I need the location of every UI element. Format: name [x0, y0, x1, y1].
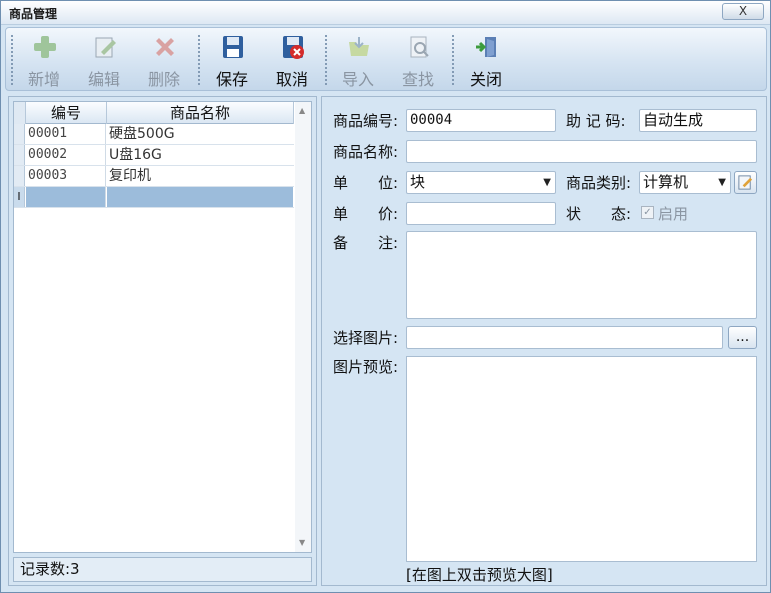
category-select[interactable]: 计算机 ▼	[639, 171, 731, 194]
unit-select[interactable]: 块 ▼	[406, 171, 556, 194]
toolbar: 新增 编辑 删除 保存 取消 导入 查找 关闭	[5, 27, 767, 91]
cell-name[interactable]: U盘16G	[107, 145, 293, 165]
toolbar-separator	[324, 34, 328, 86]
cell-name-new[interactable]	[107, 187, 293, 207]
title-bar: 商品管理 X	[1, 1, 770, 25]
chevron-down-icon[interactable]: ▼	[718, 172, 726, 193]
name-input[interactable]	[406, 140, 757, 163]
cancel-button-label: 取消	[275, 70, 308, 89]
cell-code[interactable]: 00003	[26, 166, 106, 186]
row-header[interactable]	[14, 145, 25, 165]
cell-code-new[interactable]	[26, 187, 106, 207]
image-preview-area[interactable]	[406, 356, 757, 562]
cancel-button[interactable]: 取消	[266, 32, 318, 89]
new-row-marker: I	[14, 187, 25, 207]
category-select-value: 计算机	[643, 173, 689, 191]
table-row[interactable]: 00001 硬盘500G	[14, 124, 294, 145]
save-button[interactable]: 保存	[206, 32, 258, 89]
mnemonic-input[interactable]: 自动生成	[639, 109, 757, 132]
close-icon: X	[738, 4, 748, 18]
delete-button[interactable]: 删除	[138, 32, 190, 89]
save-button-label: 保存	[215, 70, 248, 89]
search-button-label: 查找	[401, 70, 434, 89]
row-header-corner	[14, 102, 26, 124]
delete-button-label: 删除	[147, 70, 180, 89]
state-enabled-checkbox[interactable]: ✓	[641, 206, 654, 219]
search-icon	[410, 36, 429, 58]
cell-code[interactable]: 00002	[26, 145, 106, 165]
price-input[interactable]	[406, 202, 556, 225]
row-header[interactable]	[14, 166, 25, 186]
close-window-button[interactable]: X	[722, 3, 764, 20]
product-detail-panel: 商品编号: 00004 助 记 码: 自动生成 商品名称: 单 位: 块 ▼ 商…	[321, 96, 767, 586]
exit-icon	[476, 37, 496, 57]
remark-textarea[interactable]	[406, 231, 757, 319]
product-grid[interactable]: 编号 商品名称 00001 硬盘500G 00002 U盘16G 00003 复…	[13, 101, 312, 553]
edit-button[interactable]: 编辑	[78, 32, 130, 89]
scroll-up-icon[interactable]: ▲	[299, 106, 307, 115]
edit-icon	[95, 37, 116, 58]
table-row[interactable]: 00002 U盘16G	[14, 145, 294, 166]
column-header-code[interactable]: 编号	[26, 102, 107, 124]
table-row[interactable]: 00003 复印机	[14, 166, 294, 187]
save-icon	[223, 36, 243, 58]
window-title: 商品管理	[9, 7, 58, 21]
row-header[interactable]	[14, 124, 25, 144]
image-label: 选择图片:	[333, 329, 399, 347]
unit-select-value: 块	[410, 173, 426, 191]
cell-name[interactable]: 复印机	[107, 166, 293, 186]
import-button[interactable]: 导入	[332, 32, 384, 89]
image-path-input[interactable]	[406, 326, 723, 349]
preview-label: 图片预览:	[333, 358, 399, 376]
scroll-down-icon[interactable]: ▼	[299, 538, 307, 547]
toolbar-grip[interactable]	[10, 34, 14, 86]
price-label: 单 价:	[333, 205, 399, 223]
column-header-name[interactable]: 商品名称	[107, 102, 294, 124]
edit-icon	[738, 175, 753, 190]
code-input[interactable]: 00004	[406, 109, 556, 132]
add-button-label: 新增	[27, 70, 60, 89]
state-label: 状 态:	[566, 205, 632, 223]
chevron-down-icon[interactable]: ▼	[543, 172, 551, 193]
name-label: 商品名称:	[333, 143, 399, 161]
import-icon	[349, 37, 369, 56]
unit-label: 单 位:	[333, 174, 399, 192]
plus-icon	[34, 36, 56, 58]
preview-hint: [在图上双击预览大图]	[406, 566, 553, 584]
mnemonic-label: 助 记 码:	[566, 112, 626, 130]
category-label: 商品类别:	[566, 174, 632, 192]
category-edit-button[interactable]	[734, 171, 757, 194]
grid-vertical-scrollbar[interactable]: ▲ ▼	[295, 102, 311, 552]
browse-image-button[interactable]: ...	[728, 326, 757, 349]
record-count-status: 记录数:3	[13, 557, 312, 582]
product-list-panel: 编号 商品名称 00001 硬盘500G 00002 U盘16G 00003 复…	[8, 96, 317, 586]
search-button[interactable]: 查找	[392, 32, 444, 89]
toolbar-separator	[451, 34, 455, 86]
grid-header: 编号 商品名称	[14, 102, 294, 124]
cell-code[interactable]: 00001	[26, 124, 106, 144]
delete-icon	[156, 38, 174, 56]
toolbar-separator	[197, 34, 201, 86]
import-button-label: 导入	[341, 70, 374, 89]
exit-button[interactable]: 关闭	[460, 32, 512, 89]
remark-label: 备 注:	[333, 234, 399, 252]
cell-name[interactable]: 硬盘500G	[107, 124, 293, 144]
exit-button-label: 关闭	[469, 70, 502, 89]
new-row[interactable]: I	[14, 187, 294, 208]
edit-button-label: 编辑	[87, 70, 120, 89]
state-checkbox-label: 启用	[658, 205, 689, 223]
cancel-icon	[283, 36, 304, 59]
add-button[interactable]: 新增	[18, 32, 70, 89]
code-label: 商品编号:	[333, 112, 399, 130]
product-management-window: 商品管理 X 新增 编辑 删除 保存 取消 导入 查找 关闭 编号 商品名称 0…	[0, 0, 771, 593]
